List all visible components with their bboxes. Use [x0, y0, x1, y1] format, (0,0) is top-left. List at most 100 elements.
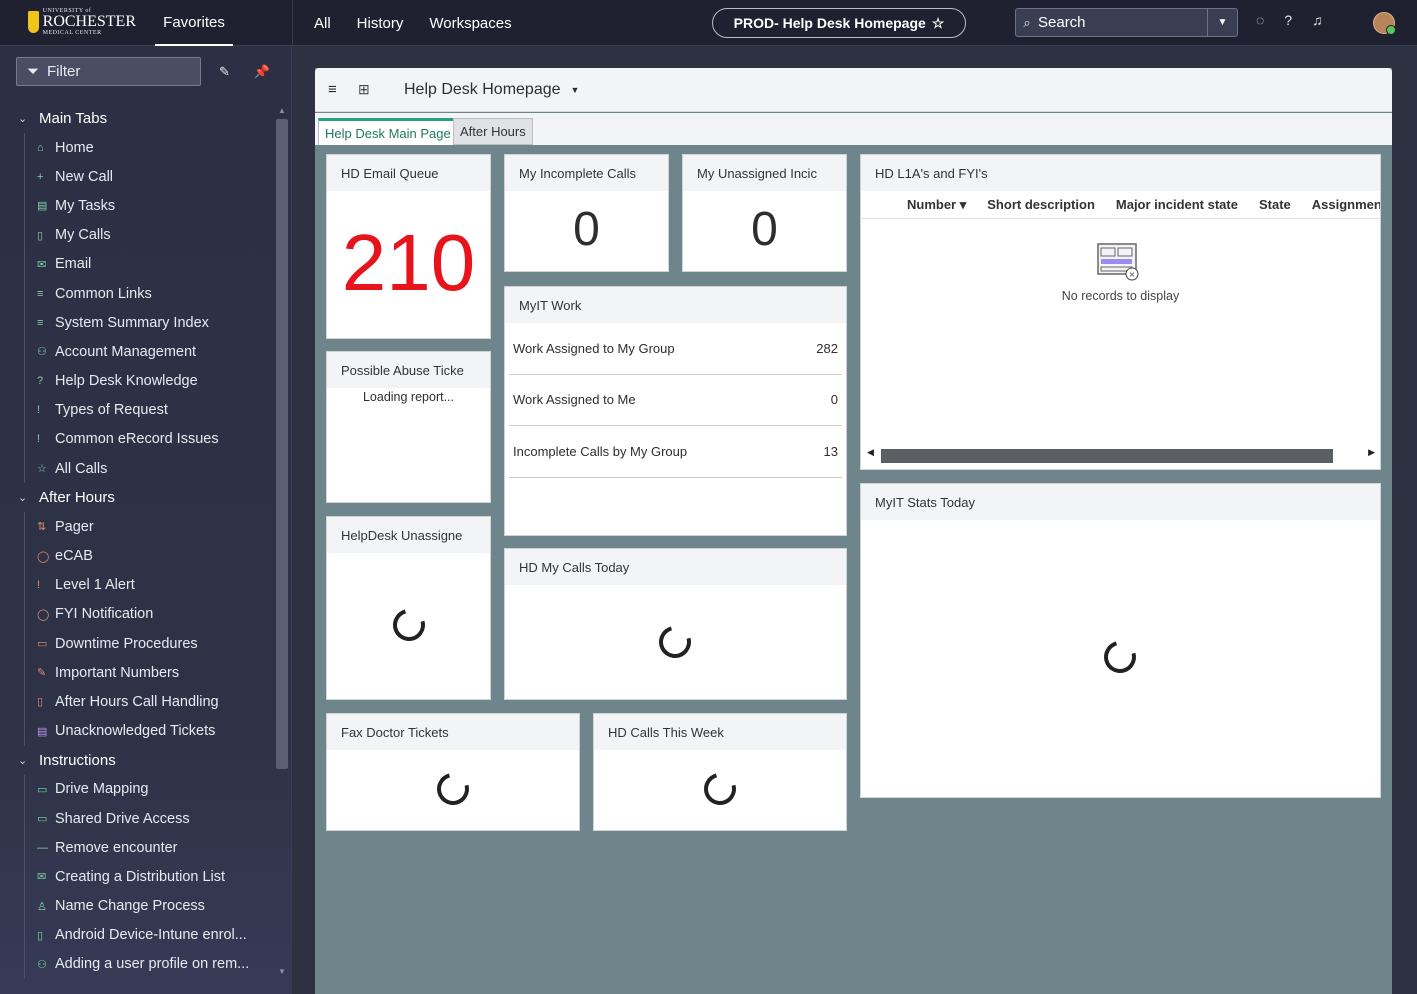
sidebar-item[interactable]: ▯ After Hours Call Handling [0, 687, 276, 717]
sidebar-item[interactable]: ? Help Desk Knowledge [0, 366, 276, 396]
loading-spinner-icon [653, 620, 697, 664]
list-item-label: Work Assigned to Me [513, 392, 636, 408]
scroll-right-arrow[interactable]: ▶ [1368, 447, 1375, 458]
scroll-up-arrow[interactable]: ▲ [275, 106, 289, 115]
search-input[interactable]: Search [1038, 14, 1207, 31]
sidebar-item[interactable]: ▭ Shared Drive Access [0, 803, 276, 834]
menu-icon[interactable]: ≡ [328, 81, 350, 98]
sidebar-item[interactable]: ◯ FYI Notification [0, 599, 276, 630]
sidebar-item[interactable]: ☆ All Calls [0, 454, 276, 484]
favorites-tab[interactable]: Favorites [155, 0, 233, 46]
sidebar-item[interactable]: ! Types of Request [0, 395, 276, 426]
context-title-pill[interactable]: PROD- Help Desk Homepage ☆ [712, 8, 966, 38]
tab-after-hours[interactable]: After Hours [453, 118, 533, 145]
filter-input[interactable]: ⏷ Filter [16, 57, 201, 86]
sidebar-item[interactable]: ✎ Important Numbers [0, 658, 276, 688]
shield-logo-icon [28, 11, 39, 33]
col-short-description[interactable]: Short description [987, 197, 1095, 212]
svg-text:×: × [1129, 270, 1136, 279]
sidebar-section[interactable]: ⌄ Instructions [0, 746, 276, 775]
module-icon: ▤ [37, 200, 48, 213]
sidebar-item[interactable]: ◯ eCAB [0, 541, 276, 571]
module-icon: ✎ [37, 667, 47, 680]
sidebar-item[interactable]: ▤ Unacknowledged Tickets [0, 716, 276, 746]
scroll-down-arrow[interactable]: ▼ [275, 967, 289, 976]
list-item[interactable]: Incomplete Calls by My Group 13 [509, 426, 842, 478]
widget-myit-stats-today: MyIT Stats Today [860, 483, 1381, 798]
nav-workspaces[interactable]: Workspaces [429, 15, 511, 32]
sidebar-item[interactable]: ≡ System Summary Index [0, 308, 276, 338]
list-item[interactable]: Work Assigned to Me 0 [509, 375, 842, 426]
sidebar-item[interactable]: ♙ Name Change Process [0, 891, 276, 921]
sidebar-item[interactable]: ▯ Android Device-Intune enrol... [0, 920, 276, 951]
search-dropdown-button[interactable]: ▼ [1207, 9, 1237, 36]
sidebar-item-label: Android Device-Intune enrol... [55, 927, 247, 944]
widget-title: My Unassigned Incic [683, 155, 846, 191]
user-avatar[interactable] [1373, 12, 1396, 35]
unassigned-incidents-count[interactable]: 0 [683, 206, 846, 254]
edit-icon[interactable]: ✎ [219, 64, 230, 80]
sidebar-item[interactable]: ⚇ Account Management [0, 337, 276, 367]
list-item[interactable]: Work Assigned to My Group 282 [509, 323, 842, 375]
module-icon: ✉ [37, 258, 47, 271]
grid-icon[interactable]: ⊞ [358, 81, 392, 98]
module-icon: ! [37, 404, 41, 417]
module-icon: ▯ [37, 229, 44, 242]
sidebar-item-label: Common eRecord Issues [55, 431, 219, 448]
nav-all[interactable]: All [314, 15, 331, 32]
sidebar-item-label: Pager [55, 518, 94, 535]
sidebar-item[interactable]: ✉ Creating a Distribution List [0, 862, 276, 892]
tab-help-desk-main[interactable]: Help Desk Main Page [318, 118, 458, 145]
col-number[interactable]: Number ▾ [907, 197, 966, 213]
incomplete-calls-count[interactable]: 0 [505, 206, 668, 254]
sidebar-item[interactable]: — Remove encounter [0, 833, 276, 863]
chevron-down-icon[interactable]: ⌄ [18, 754, 39, 767]
sidebar-item-label: Shared Drive Access [55, 810, 190, 827]
sidebar-section[interactable]: ⌄ After Hours [0, 483, 276, 512]
sidebar-section[interactable]: ⌄ Main Tabs [0, 104, 276, 133]
scrollbar-thumb[interactable] [276, 119, 288, 769]
module-icon: ▭ [37, 813, 48, 826]
module-icon: — [37, 841, 48, 854]
sidebar-item[interactable]: ▭ Drive Mapping [0, 774, 276, 805]
sidebar-item[interactable]: ▯ My Calls [0, 220, 276, 250]
pin-icon[interactable]: 📌 [254, 64, 270, 80]
nav-history[interactable]: History [357, 15, 404, 32]
sidebar-item[interactable]: + New Call [0, 162, 276, 192]
chevron-down-icon[interactable]: ⌄ [18, 491, 39, 504]
section-label: Main Tabs [39, 110, 108, 127]
sidebar-item[interactable]: ✉ Email [0, 249, 276, 280]
sidebar-item-label: eCAB [55, 548, 93, 565]
widget-incomplete-calls: My Incomplete Calls 0 [504, 154, 669, 272]
module-icon: ▯ [37, 929, 44, 942]
star-icon[interactable]: ☆ [932, 15, 945, 32]
filter-placeholder: Filter [47, 63, 81, 80]
sidebar-item[interactable]: ▭ Downtime Procedures [0, 629, 276, 659]
help-icon[interactable]: ? [1284, 12, 1292, 28]
scroll-left-arrow[interactable]: ◀ [867, 447, 874, 458]
email-queue-count[interactable]: 210 [327, 223, 490, 303]
col-state[interactable]: State [1259, 197, 1291, 212]
widget-title: HD My Calls Today [505, 549, 846, 585]
sidebar-item[interactable]: ! Level 1 Alert [0, 570, 276, 601]
table-horizontal-scrollbar[interactable]: ◀ ▶ [867, 447, 1375, 463]
sidebar-item[interactable]: ≡ Common Links [0, 278, 276, 309]
module-icon: ✉ [37, 871, 47, 884]
sidebar-item[interactable]: ⌂ Home [0, 133, 276, 163]
bell-icon[interactable]: ♫ [1312, 12, 1323, 28]
sidebar-scrollbar[interactable]: ▲ ▼ [275, 106, 289, 976]
sidebar-item[interactable]: ▤ My Tasks [0, 191, 276, 221]
global-search[interactable]: ⌕ Search ▼ [1015, 8, 1238, 37]
col-assignment-group[interactable]: Assignment gr [1312, 197, 1380, 212]
chat-icon[interactable]: ◌ [1256, 12, 1264, 28]
title-dropdown-icon[interactable]: ▼ [571, 85, 580, 95]
chevron-down-icon[interactable]: ⌄ [18, 112, 39, 125]
sidebar-item-label: Creating a Distribution List [55, 868, 226, 885]
sidebar-item[interactable]: ! Common eRecord Issues [0, 424, 276, 455]
urmc-logo[interactable]: UNIVERSITY of ROCHESTER MEDICAL CENTER [28, 8, 136, 36]
scrollbar-thumb[interactable] [881, 449, 1333, 463]
sidebar-item[interactable]: ⚇ Adding a user profile on rem... [0, 949, 276, 980]
sidebar-item[interactable]: ⇅ Pager [0, 512, 276, 542]
col-major-incident-state[interactable]: Major incident state [1116, 197, 1238, 212]
widget-unassigned-incidents: My Unassigned Incic 0 [682, 154, 847, 272]
